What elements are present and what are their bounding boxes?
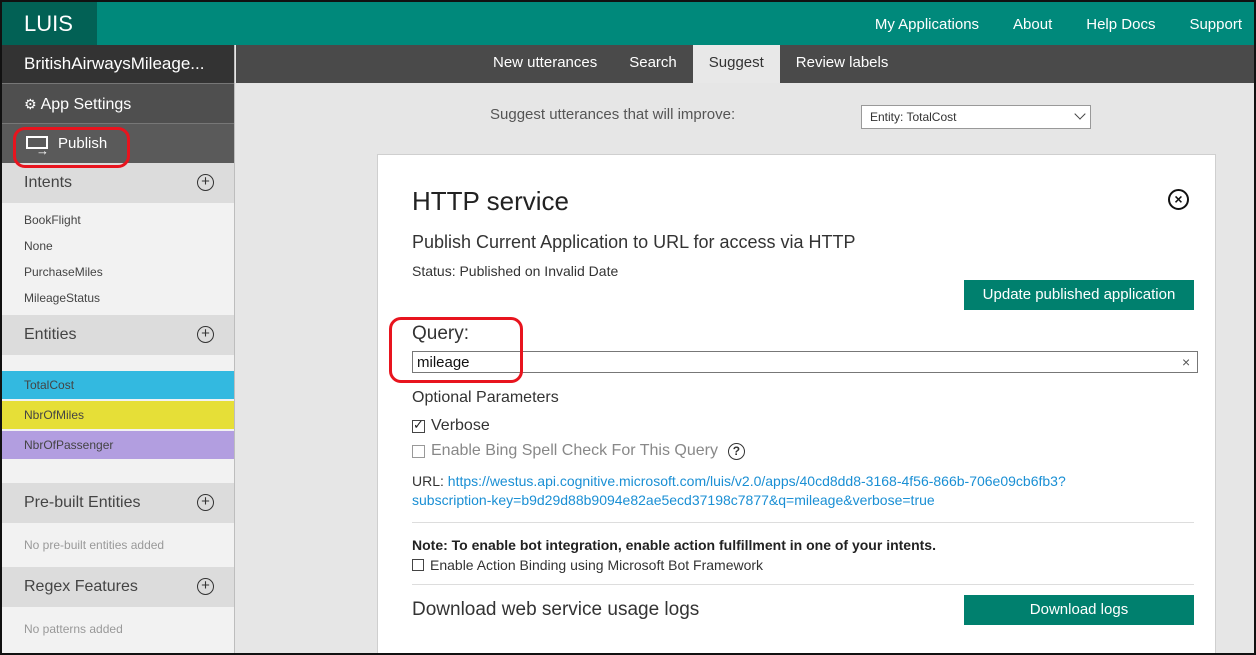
- action-binding-label: Enable Action Binding using Microsoft Bo…: [430, 557, 764, 573]
- app-settings-button[interactable]: ⚙ App Settings: [0, 83, 234, 123]
- clear-query-icon[interactable]: ×: [1182, 352, 1190, 372]
- entities-title: Entities: [24, 326, 77, 343]
- tab-review-labels[interactable]: Review labels: [780, 45, 905, 83]
- optional-parameters-label: Optional Parameters: [412, 389, 559, 406]
- entity-item[interactable]: NbrOfPassenger: [0, 431, 234, 459]
- spell-check-row[interactable]: Enable Bing Spell Check For This Query ?: [412, 442, 745, 460]
- verbose-label: Verbose: [431, 417, 490, 434]
- panel-subtitle: Publish Current Application to URL for a…: [412, 232, 856, 252]
- bot-integration-note: Note: To enable bot integration, enable …: [412, 537, 936, 553]
- action-binding-checkbox[interactable]: [412, 559, 424, 571]
- entities-header: Entities +: [0, 315, 234, 355]
- entity-item[interactable]: NbrOfMiles: [0, 401, 234, 429]
- regex-empty: No patterns added: [24, 622, 123, 636]
- add-entity-icon[interactable]: +: [197, 326, 214, 343]
- app-settings-label: App Settings: [40, 96, 132, 113]
- prebuilt-empty: No pre-built entities added: [24, 538, 165, 552]
- tab-new-utterances[interactable]: New utterances: [477, 45, 613, 83]
- intents-header: Intents +: [0, 163, 234, 203]
- tab-search[interactable]: Search: [613, 45, 693, 83]
- url-prefix: URL:: [412, 473, 444, 489]
- app-name[interactable]: BritishAirwaysMileage...: [0, 45, 234, 83]
- endpoint-url-link-2[interactable]: subscription-key=b9d29d88b9094e82ae5ecd3…: [412, 492, 935, 508]
- intent-item[interactable]: PurchaseMiles: [0, 259, 234, 285]
- intents-title: Intents: [24, 174, 73, 191]
- regex-header: Regex Features +: [0, 567, 234, 607]
- add-intent-icon[interactable]: +: [197, 174, 214, 191]
- update-published-button[interactable]: Update published application: [964, 280, 1194, 310]
- entities-list: TotalCost NbrOfMiles NbrOfPassenger: [0, 355, 234, 459]
- download-logs-button[interactable]: Download logs: [964, 595, 1194, 625]
- endpoint-url-link-1[interactable]: https://westus.api.cognitive.microsoft.c…: [448, 473, 1066, 489]
- spell-check-checkbox[interactable]: [412, 444, 425, 458]
- prebuilt-header: Pre-built Entities +: [0, 483, 234, 523]
- regex-title: Regex Features: [24, 578, 138, 595]
- intent-item[interactable]: MileageStatus: [0, 285, 234, 311]
- panel-title: HTTP service: [412, 186, 569, 216]
- suggest-selected-value: Entity: TotalCost: [870, 110, 957, 124]
- top-bar: LUIS My Applications About Help Docs Sup…: [0, 0, 1256, 45]
- close-icon[interactable]: ×: [1168, 189, 1189, 210]
- nav-help-docs[interactable]: Help Docs: [1086, 0, 1155, 45]
- nav-my-applications[interactable]: My Applications: [875, 0, 979, 45]
- sub-nav: New utterances Search Suggest Review lab…: [236, 45, 1256, 83]
- add-regex-icon[interactable]: +: [197, 578, 214, 595]
- add-prebuilt-icon[interactable]: +: [197, 494, 214, 511]
- prebuilt-title: Pre-built Entities: [24, 494, 141, 511]
- intent-item[interactable]: None: [0, 233, 234, 259]
- gear-icon: ⚙: [24, 96, 37, 112]
- top-nav: My Applications About Help Docs Support: [841, 0, 1242, 45]
- publish-status: Status: Published on Invalid Date: [412, 263, 619, 279]
- query-input[interactable]: [412, 351, 1198, 373]
- spell-check-label: Enable Bing Spell Check For This Query: [431, 442, 718, 459]
- suggest-label: Suggest utterances that will improve:: [490, 106, 736, 123]
- divider: [412, 522, 1194, 523]
- luis-logo[interactable]: LUIS: [2, 2, 97, 45]
- tab-suggest[interactable]: Suggest: [692, 45, 780, 83]
- action-binding-row[interactable]: Enable Action Binding using Microsoft Bo…: [412, 557, 763, 573]
- nav-about[interactable]: About: [1013, 0, 1052, 45]
- publish-highlight: [13, 127, 130, 168]
- suggest-entity-select[interactable]: Entity: TotalCost: [861, 105, 1091, 129]
- divider: [412, 584, 1194, 585]
- download-logs-label: Download web service usage logs: [412, 599, 700, 620]
- query-highlight: [389, 317, 523, 383]
- endpoint-url: URL: https://westus.api.cognitive.micros…: [412, 472, 1132, 510]
- intents-list: BookFlight None PurchaseMiles MileageSta…: [0, 203, 234, 315]
- entity-item[interactable]: TotalCost: [0, 371, 234, 399]
- nav-support[interactable]: Support: [1189, 0, 1242, 45]
- intent-item[interactable]: BookFlight: [0, 207, 234, 233]
- verbose-checkbox[interactable]: [412, 417, 425, 433]
- help-icon[interactable]: ?: [727, 442, 745, 460]
- chevron-down-icon: [1074, 108, 1086, 120]
- verbose-checkbox-row[interactable]: Verbose: [412, 417, 490, 435]
